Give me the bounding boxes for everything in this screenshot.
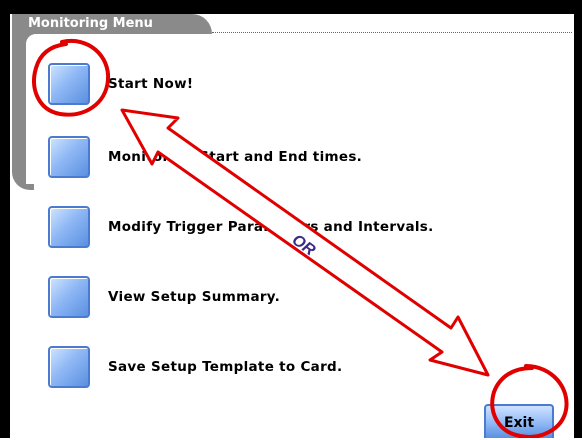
menu-item-start-end-times[interactable]: Monitoring Start and End times. bbox=[48, 135, 362, 179]
menu-item-label: Save Setup Template to Card. bbox=[108, 359, 343, 375]
title-divider bbox=[212, 32, 572, 33]
exit-button[interactable]: Exit bbox=[484, 404, 554, 438]
start-end-times-button[interactable] bbox=[48, 136, 90, 178]
monitoring-screen: Monitoring Menu Start Now! Monitoring St… bbox=[0, 0, 582, 438]
menu-item-save-template[interactable]: Save Setup Template to Card. bbox=[48, 345, 342, 389]
menu-item-label: Modify Trigger Parameters and Intervals. bbox=[108, 219, 434, 235]
window-border-left bbox=[0, 0, 10, 438]
menu-title-tab: Monitoring Menu bbox=[12, 14, 212, 34]
menu-side-bracket bbox=[12, 28, 36, 190]
menu-item-label: View Setup Summary. bbox=[108, 289, 281, 305]
start-now-button[interactable] bbox=[48, 63, 90, 105]
menu-item-label: Start Now! bbox=[108, 76, 194, 92]
window-border-top bbox=[0, 0, 582, 14]
trigger-parameters-button[interactable] bbox=[48, 206, 90, 248]
window-border-right bbox=[574, 0, 582, 438]
setup-summary-button[interactable] bbox=[48, 276, 90, 318]
save-template-button[interactable] bbox=[48, 346, 90, 388]
menu-item-label: Monitoring Start and End times. bbox=[108, 149, 363, 165]
menu-item-trigger-parameters[interactable]: Modify Trigger Parameters and Intervals. bbox=[48, 205, 434, 249]
menu-item-setup-summary[interactable]: View Setup Summary. bbox=[48, 275, 280, 319]
menu-item-start-now[interactable]: Start Now! bbox=[48, 62, 193, 106]
